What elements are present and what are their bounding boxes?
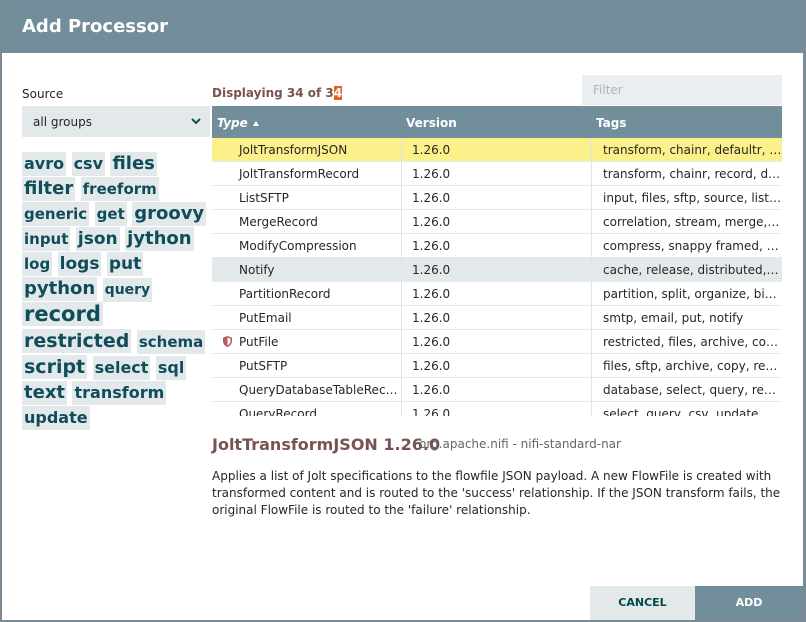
row-type-cell: PutSFTP [212, 354, 402, 378]
add-processor-dialog: Add Processor Source all groups avro csv… [2, 0, 803, 620]
source-select-value: all groups [33, 115, 92, 129]
displaying-count: Displaying 34 of 34 [212, 86, 343, 100]
table-row[interactable]: PutSFTP 1.26.0 files, sftp, archive, copy,… [212, 354, 782, 378]
column-header-version[interactable]: Version [406, 116, 457, 130]
tag-cloud: avro csv files filter freeform generic g… [22, 152, 212, 431]
filter-input[interactable] [582, 75, 782, 105]
table-row[interactable]: Notify 1.26.0 cache, release, distributed,… [212, 258, 782, 282]
row-version-cell: 1.26.0 [402, 282, 592, 306]
row-version-cell: 1.26.0 [402, 330, 592, 354]
source-label: Source [22, 87, 64, 101]
displaying-count-highlight: 4 [333, 86, 343, 100]
tag-cloud-item[interactable]: json [75, 227, 120, 251]
table-row[interactable]: ModifyCompression 1.26.0 compress, snappy … [212, 234, 782, 258]
row-type-cell: PartitionRecord [212, 282, 402, 306]
processor-detail-title: JoltTransformJSON 1.26.0 [212, 435, 441, 454]
row-version-cell: 1.26.0 [402, 354, 592, 378]
column-header-tags[interactable]: Tags [596, 116, 626, 130]
tag-cloud-item[interactable]: python [22, 277, 98, 301]
table-row[interactable]: PutEmail 1.26.0 smtp, email, put, notify [212, 306, 782, 330]
tag-cloud-item[interactable]: groovy [132, 202, 207, 226]
row-type-cell: ListSFTP [212, 186, 402, 210]
row-type-cell: QueryRecord [212, 402, 402, 416]
row-tags-cell: transform, chainr, defaultr, shiftr, rem… [603, 143, 782, 157]
row-type-cell: MergeRecord [212, 210, 402, 234]
tag-cloud-item[interactable]: query [102, 278, 153, 302]
tag-cloud-item[interactable]: csv [71, 152, 105, 176]
cancel-button[interactable]: CANCEL [590, 586, 695, 620]
row-version-cell: 1.26.0 [402, 186, 592, 210]
row-version-cell: 1.26.0 [402, 402, 592, 416]
sort-ascending-icon [252, 121, 259, 126]
row-type-cell: JoltTransformRecord [212, 162, 402, 186]
row-version-cell: 1.26.0 [402, 306, 592, 330]
row-tags-cell: compress, snappy framed, brotli, gzip [603, 239, 782, 253]
add-button[interactable]: ADD [695, 586, 803, 620]
table-row[interactable]: QueryRecord 1.26.0 select, query, csv, upd… [212, 402, 782, 416]
row-type-cell: ModifyCompression [212, 234, 402, 258]
processor-detail-description: Applies a list of Jolt specifications to… [212, 469, 781, 517]
tag-cloud-item[interactable]: freeform [80, 177, 159, 201]
row-version-cell: 1.26.0 [402, 258, 592, 282]
row-tags-cell: restricted, files, archive, copy, put [603, 335, 782, 349]
row-version-cell: 1.26.0 [402, 210, 592, 234]
column-header-type-label: Type [217, 116, 248, 130]
row-tags-cell: smtp, email, put, notify [603, 311, 744, 325]
tag-cloud-item[interactable]: put [106, 252, 144, 276]
table-header: Type Version Tags [212, 106, 782, 138]
displaying-count-prefix: Displaying 34 of 3 [212, 86, 334, 100]
dialog-header: Add Processor [2, 0, 803, 53]
tag-cloud-item[interactable]: sql [155, 356, 187, 380]
row-version-cell: 1.26.0 [402, 234, 592, 258]
tag-cloud-item[interactable]: avro [22, 152, 67, 176]
table-row[interactable]: ListSFTP 1.26.0 input, files, sftp, source… [212, 186, 782, 210]
tag-cloud-item[interactable]: restricted [22, 329, 132, 353]
tag-cloud-item[interactable]: select [92, 356, 151, 380]
processor-detail-bundle: org.apache.nifi - nifi-standard-nar [419, 437, 621, 451]
tag-cloud-item[interactable]: transform [72, 381, 167, 405]
tag-cloud-item[interactable]: jython [125, 227, 194, 251]
row-tags-cell: database, select, query, record, jdbc [603, 383, 782, 397]
tag-cloud-item[interactable]: generic [22, 202, 90, 226]
table-row[interactable]: JoltTransformJSON 1.26.0 transform, chainr… [212, 138, 782, 162]
table-row[interactable]: QueryDatabaseTableRecord 1.26.0 database, … [212, 378, 782, 402]
tag-cloud-item[interactable]: filter [22, 177, 76, 201]
row-tags-cell: correlation, stream, merge, record, cont… [603, 215, 782, 229]
row-type-cell: PutEmail [212, 306, 402, 330]
row-tags-cell: input, files, sftp, source, list, remote [603, 191, 782, 205]
table-body: JoltTransformJSON 1.26.0 transform, chainr… [212, 138, 782, 416]
tag-cloud-item[interactable]: files [110, 152, 157, 176]
tag-cloud-item[interactable]: schema [136, 330, 206, 354]
tag-cloud-item[interactable]: script [22, 355, 88, 379]
row-tags-cell: select, query, csv, update, calcite [603, 407, 782, 416]
row-version-cell: 1.26.0 [402, 162, 592, 186]
dialog-title: Add Processor [22, 16, 168, 37]
row-type-cell: PutFile [212, 330, 402, 354]
row-tags-cell: files, sftp, archive, copy, remote, put [603, 359, 782, 373]
tag-cloud-item[interactable]: logs [57, 252, 102, 276]
tag-cloud-item[interactable]: log [22, 252, 53, 276]
row-tags-cell: cache, release, distributed, map, notify [603, 263, 782, 277]
tag-cloud-item[interactable]: get [94, 202, 127, 226]
row-tags-cell: transform, chainr, record, defaultr, shi… [603, 167, 782, 181]
column-header-type[interactable]: Type [217, 116, 259, 130]
row-version-cell: 1.26.0 [402, 138, 592, 162]
row-type-cell: QueryDatabaseTableRecord [212, 378, 402, 402]
row-version-cell: 1.26.0 [402, 378, 592, 402]
table-row[interactable]: PutFile 1.26.0 restricted, files, archive,… [212, 330, 782, 354]
table-row[interactable]: MergeRecord 1.26.0 correlation, stream, me… [212, 210, 782, 234]
table-row[interactable]: PartitionRecord 1.26.0 partition, split, o… [212, 282, 782, 306]
source-select[interactable]: all groups [22, 106, 210, 137]
chevron-down-icon [191, 118, 201, 125]
tag-cloud-item[interactable]: update [22, 406, 90, 430]
row-type-cell: JoltTransformJSON [212, 138, 402, 162]
table-row[interactable]: JoltTransformRecord 1.26.0 transform, chai… [212, 162, 782, 186]
row-type-cell: Notify [212, 258, 402, 282]
row-tags-cell: partition, split, organize, bin, record [603, 287, 782, 301]
tag-cloud-item[interactable]: input [22, 227, 71, 251]
tag-cloud-item[interactable]: record [22, 302, 103, 326]
processor-table: Type Version Tags JoltTransformJSON 1.26.… [212, 106, 782, 416]
tag-cloud-item[interactable]: text [22, 381, 68, 405]
